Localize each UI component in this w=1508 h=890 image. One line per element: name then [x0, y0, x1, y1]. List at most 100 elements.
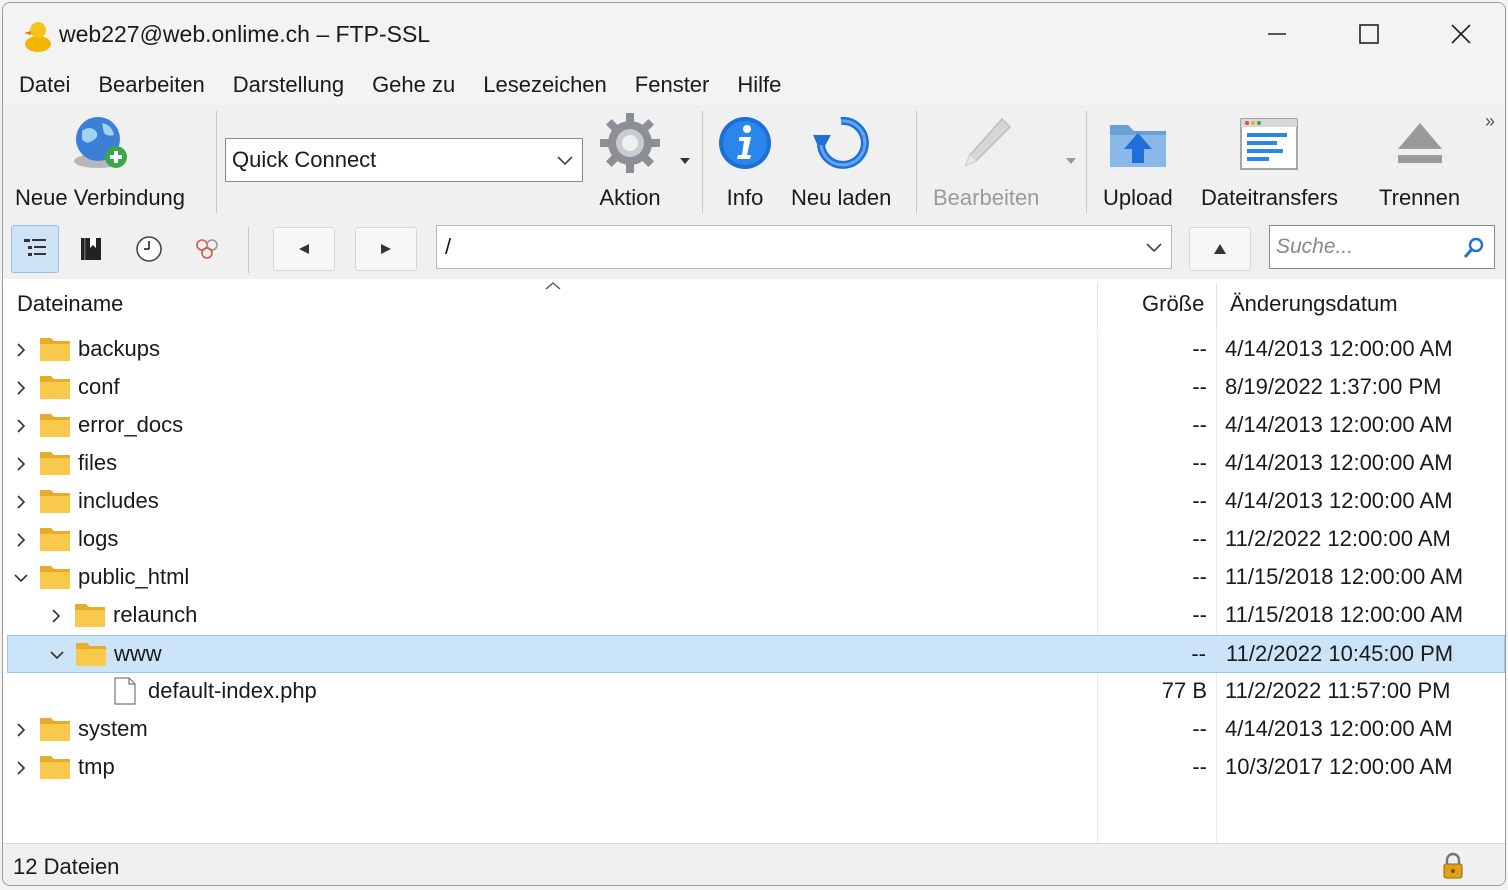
file-row-conf[interactable]: conf -- 8/19/2022 1:37:00 PM: [3, 369, 1505, 407]
upload-folder-icon: [1109, 125, 1166, 167]
folder-icon: [40, 718, 70, 741]
file-row-default-index-php[interactable]: default-index.php 77 B 11/2/2022 11:57:00 …: [3, 673, 1505, 711]
action-button[interactable]: Aktion: [598, 111, 662, 211]
bonjour-icon: [196, 239, 218, 259]
file-size: 77 B: [1161, 678, 1207, 703]
path-value: /: [445, 234, 452, 259]
transfers-window-icon: [1240, 118, 1299, 170]
action-label: Aktion: [599, 185, 661, 210]
file-row-includes[interactable]: includes -- 4/14/2013 12:00:00 AM: [3, 483, 1505, 521]
disconnect-button[interactable]: Trennen: [1379, 111, 1460, 211]
folder-icon: [40, 376, 70, 399]
chevron-right-icon[interactable]: [13, 417, 29, 435]
info-label: Info: [726, 185, 764, 210]
file-size: --: [1192, 526, 1207, 551]
file-row-system[interactable]: system -- 4/14/2013 12:00:00 AM: [3, 711, 1505, 749]
menu-hilfe[interactable]: Hilfe: [723, 72, 795, 98]
info-button[interactable]: Info: [713, 111, 777, 211]
menu-darstellung[interactable]: Darstellung: [219, 72, 358, 98]
parent-directory-button[interactable]: [1189, 227, 1251, 271]
close-icon: [1451, 24, 1471, 44]
quick-connect-combobox[interactable]: Quick Connect: [225, 138, 583, 182]
chevron-down-icon: [557, 156, 573, 166]
edit-button[interactable]: Bearbeiten: [933, 111, 1039, 211]
folder-icon: [40, 566, 70, 589]
edit-dropdown-caret-icon[interactable]: [1065, 157, 1077, 165]
action-dropdown-caret-icon[interactable]: [679, 157, 691, 165]
maximize-button[interactable]: [1323, 3, 1415, 65]
chevron-right-icon[interactable]: [13, 493, 29, 511]
folder-icon: [40, 452, 70, 475]
file-size: --: [1192, 564, 1207, 589]
forward-button[interactable]: [355, 227, 417, 271]
chevron-right-icon[interactable]: [13, 531, 29, 549]
chevron-right-icon[interactable]: [48, 607, 64, 625]
column-divider[interactable]: [1097, 283, 1098, 329]
search-input[interactable]: Suche...: [1269, 225, 1495, 269]
search-placeholder: Suche...: [1276, 235, 1354, 258]
file-row-files[interactable]: files -- 4/14/2013 12:00:00 AM: [3, 445, 1505, 483]
navigation-bar: / Suche...: [3, 217, 1505, 279]
history-toggle[interactable]: [125, 225, 173, 273]
folder-icon: [40, 756, 70, 779]
window-title: web227@web.onlime.ch – FTP-SSL: [59, 21, 431, 47]
disconnect-label: Trennen: [1379, 185, 1461, 210]
chevron-right-icon[interactable]: [13, 341, 29, 359]
back-button[interactable]: [273, 227, 335, 271]
title-bar: web227@web.onlime.ch – FTP-SSL: [3, 3, 1505, 65]
file-modified-date: 8/19/2022 1:37:00 PM: [1225, 374, 1442, 399]
file-size: --: [1192, 602, 1207, 627]
path-combobox[interactable]: /: [436, 225, 1172, 269]
menu-datei[interactable]: Datei: [3, 72, 84, 98]
bookmarks-toggle[interactable]: [67, 225, 115, 273]
file-size: --: [1192, 488, 1207, 513]
upload-button[interactable]: Upload: [1103, 111, 1173, 211]
minimize-button[interactable]: [1231, 3, 1323, 65]
folder-icon: [40, 528, 70, 551]
file-row-www[interactable]: www -- 11/2/2022 10:45:00 PM: [7, 635, 1505, 673]
new-connection-button[interactable]: Neue Verbindung: [15, 111, 185, 211]
file-row-public-html[interactable]: public_html -- 11/15/2018 12:00:00 AM: [3, 559, 1505, 597]
folder-icon: [40, 338, 70, 361]
chevron-right-icon[interactable]: [13, 721, 29, 739]
transfers-button[interactable]: Dateitransfers: [1201, 111, 1338, 211]
search-icon: [1463, 237, 1484, 258]
column-header: Dateiname Größe Änderungsdatum: [3, 279, 1505, 331]
file-modified-date: 4/14/2013 12:00:00 AM: [1225, 488, 1453, 513]
chevron-right-icon[interactable]: [13, 455, 29, 473]
menu-gehe-zu[interactable]: Gehe zu: [358, 72, 469, 98]
menu-lesezeichen[interactable]: Lesezeichen: [469, 72, 621, 98]
file-row-relaunch[interactable]: relaunch -- 11/15/2018 12:00:00 AM: [3, 597, 1505, 635]
triangle-right-icon: [381, 244, 391, 254]
triangle-left-icon: [299, 244, 309, 254]
column-size[interactable]: Größe: [1142, 291, 1204, 317]
file-row-error-docs[interactable]: error_docs -- 4/14/2013 12:00:00 AM: [3, 407, 1505, 445]
chevron-right-icon[interactable]: [13, 379, 29, 397]
lock-icon[interactable]: [1441, 852, 1465, 880]
browser-view-toggle[interactable]: [11, 225, 59, 273]
file-row-backups[interactable]: backups -- 4/14/2013 12:00:00 AM: [3, 331, 1505, 369]
menu-bearbeiten[interactable]: Bearbeiten: [84, 72, 218, 98]
chevron-down-icon[interactable]: [49, 646, 65, 664]
file-name: public_html: [78, 564, 190, 589]
file-size: --: [1192, 716, 1207, 741]
chevron-right-icon[interactable]: [13, 759, 29, 777]
column-name[interactable]: Dateiname: [17, 291, 123, 317]
file-row-logs[interactable]: logs -- 11/2/2022 12:00:00 AM: [3, 521, 1505, 559]
column-modified[interactable]: Änderungsdatum: [1230, 291, 1398, 317]
triangle-up-icon: [1214, 244, 1226, 254]
info-icon: [719, 117, 771, 169]
chevron-down-icon[interactable]: [13, 569, 29, 587]
transfers-label: Dateitransfers: [1201, 185, 1338, 210]
file-name: www: [114, 641, 162, 666]
close-button[interactable]: [1415, 3, 1505, 65]
reload-button[interactable]: Neu laden: [791, 111, 891, 211]
bookmark-book-icon: [81, 238, 101, 260]
bonjour-toggle[interactable]: [183, 225, 231, 273]
toolbar-overflow-icon[interactable]: »: [1485, 111, 1495, 132]
column-divider[interactable]: [1216, 283, 1217, 329]
file-name: system: [78, 716, 148, 741]
folder-icon: [40, 490, 70, 513]
menu-fenster[interactable]: Fenster: [621, 72, 724, 98]
file-row-tmp[interactable]: tmp -- 10/3/2017 12:00:00 AM: [3, 749, 1505, 787]
